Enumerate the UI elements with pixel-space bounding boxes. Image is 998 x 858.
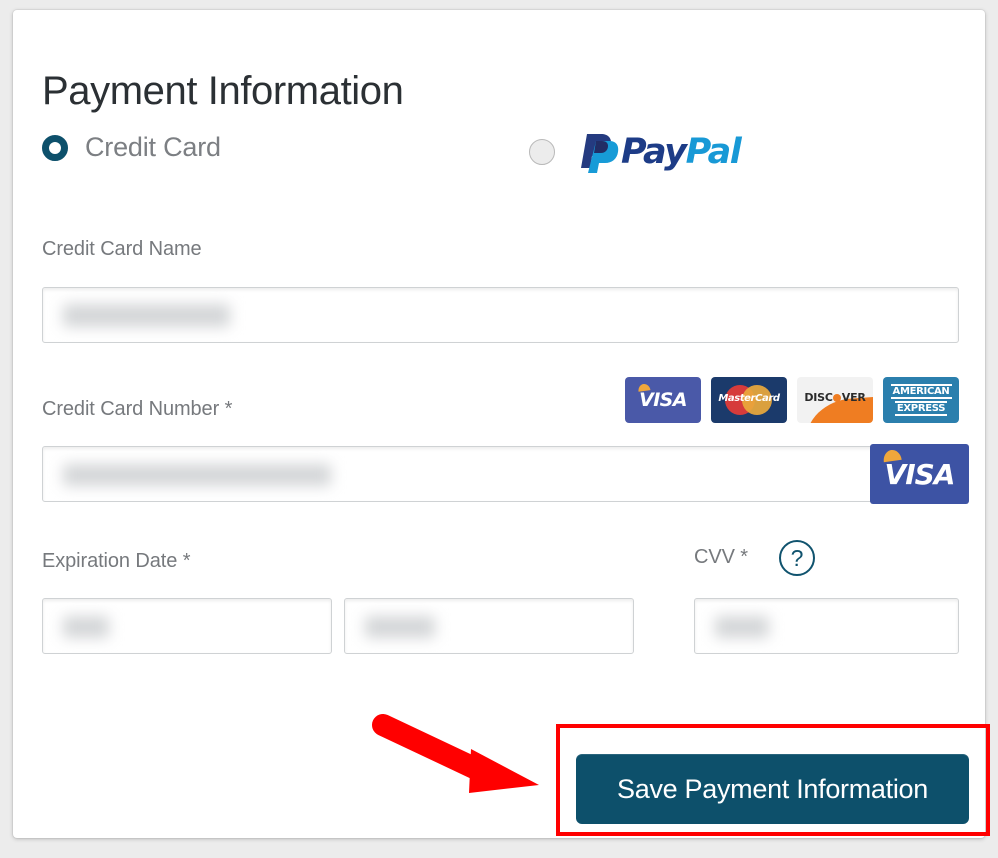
radio-credit-card-icon[interactable] <box>42 134 68 161</box>
visa-logo-text: VISA <box>637 383 687 411</box>
brand-badge-visa: VISA <box>625 377 701 423</box>
visa-swoosh-icon <box>881 448 902 462</box>
annotation-arrow-icon <box>372 714 539 793</box>
radio-option-credit-card[interactable]: Credit Card <box>42 132 221 163</box>
discover-logo-text: DISC VER <box>804 391 866 404</box>
visa-swoosh-icon <box>637 383 651 392</box>
cvv-input[interactable] <box>694 598 959 654</box>
page-title: Payment Information <box>42 68 404 113</box>
redacted-expiration-year-value <box>365 616 435 638</box>
brand-badge-discover: DISC VER <box>797 377 873 423</box>
detected-card-brand-visa: VISA <box>870 444 969 504</box>
accepted-card-brands: VISA MasterCard DISC VER AMERICAN EXPRESS <box>625 377 959 423</box>
credit-card-number-input[interactable] <box>42 446 959 502</box>
label-credit-card-number: Credit Card Number * <box>42 398 233 420</box>
amex-logo-line-one: AMERICAN <box>890 384 952 399</box>
radio-label-credit-card: Credit Card <box>85 132 221 162</box>
paypal-wordmark: PayPal <box>621 131 742 172</box>
brand-badge-amex: AMERICAN EXPRESS <box>883 377 959 423</box>
label-expiration-date: Expiration Date * <box>42 550 191 572</box>
redacted-card-name-value <box>63 304 230 327</box>
cvv-help-icon[interactable]: ? <box>779 540 815 576</box>
paypal-logo: PayPal <box>581 130 742 174</box>
expiration-month-input[interactable] <box>42 598 332 654</box>
paypal-word-pal: Pal <box>685 131 742 172</box>
paypal-word-pay: Pay <box>621 131 687 172</box>
label-credit-card-name: Credit Card Name <box>42 238 202 260</box>
redacted-expiration-month-value <box>63 616 109 638</box>
mastercard-logo-text: MasterCard <box>718 393 780 404</box>
save-payment-information-button[interactable]: Save Payment Information <box>576 754 969 824</box>
redacted-cvv-value <box>715 616 769 638</box>
amex-logo-line-two: EXPRESS <box>894 401 948 416</box>
label-cvv: CVV * <box>694 546 748 568</box>
discover-o-dot-icon <box>833 394 842 402</box>
expiration-year-input[interactable] <box>344 598 634 654</box>
radio-paypal-icon[interactable] <box>529 139 555 165</box>
detected-brand-text: VISA <box>881 448 955 491</box>
brand-badge-mastercard: MasterCard <box>711 377 787 423</box>
paypal-monogram-icon <box>581 134 619 173</box>
radio-option-paypal[interactable]: PayPal <box>529 130 742 174</box>
credit-card-name-input[interactable] <box>42 287 959 343</box>
redacted-card-number-value <box>63 464 331 486</box>
payment-method-selector: Credit Card PayPal <box>42 122 962 182</box>
payment-information-panel: Payment Information Credit Card PayPal C… <box>13 10 990 838</box>
